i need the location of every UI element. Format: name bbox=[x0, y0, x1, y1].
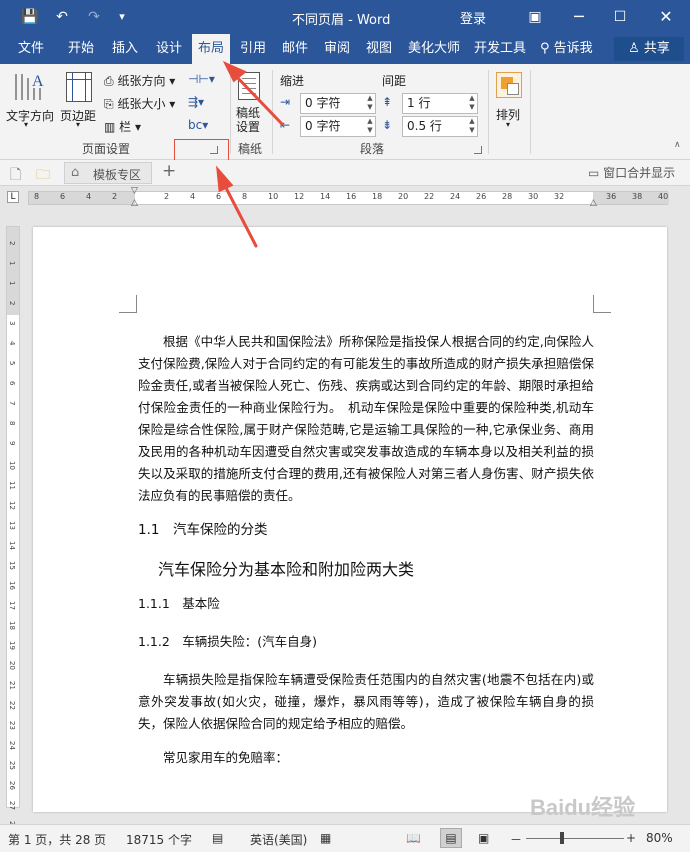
annotation-arrowhead bbox=[216, 165, 234, 193]
annotation-arrows bbox=[216, 60, 284, 248]
annotation-arrow-line bbox=[232, 72, 284, 126]
annotation-arrowhead bbox=[222, 60, 247, 83]
annotation-arrow-line bbox=[222, 182, 258, 248]
